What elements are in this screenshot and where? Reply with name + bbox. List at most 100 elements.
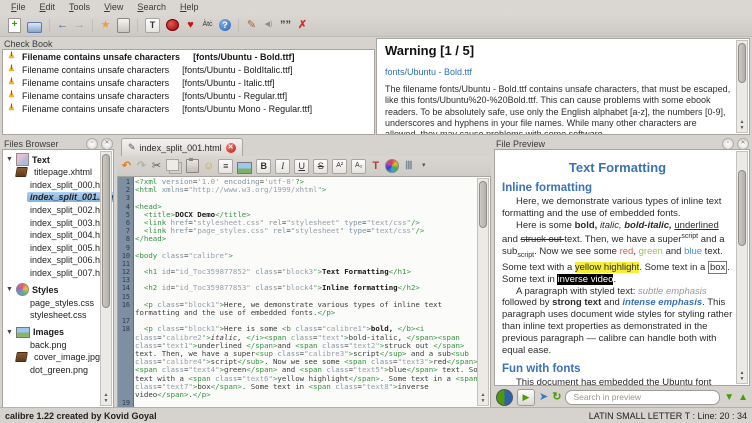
code-line: formatting and the use of embedded fonts… (118, 309, 479, 317)
find-previous-icon[interactable]: ▲ (738, 390, 748, 405)
copy-icon[interactable] (166, 159, 179, 171)
help-icon[interactable]: ? (219, 19, 231, 31)
issue-file: [fonts/Ubuntu - Bold.ttf] (193, 52, 294, 62)
preview-toolbar: ▶ ➤ ↻ ▼ ▲ (492, 386, 752, 408)
files-tree[interactable]: ▼Texttitlepage.xhtml index_split_000.html… (2, 149, 114, 408)
preview-heading: Fun with fonts (502, 363, 733, 375)
code-line: 3 (118, 194, 479, 202)
issue-row[interactable]: Filename contains unsafe characters[font… (3, 89, 374, 102)
file-item[interactable]: dot_green.png (3, 364, 113, 377)
menu-help[interactable]: Help (173, 1, 206, 13)
preview-search-input[interactable] (565, 390, 720, 405)
issue-list[interactable]: Filename contains unsafe characters[font… (2, 49, 375, 135)
file-name: titlepage.xhtml (31, 167, 95, 177)
issue-row[interactable]: Filename contains unsafe characters[font… (3, 50, 374, 63)
strikethrough-icon[interactable]: S (313, 159, 328, 174)
insert-image-icon[interactable] (237, 162, 252, 174)
file-name: dot_green.png (27, 365, 91, 375)
book-icon (15, 167, 28, 177)
format-text-icon[interactable]: ≡ (218, 159, 233, 174)
tree-category-images[interactable]: ▼Images (3, 326, 113, 339)
editor-tab[interactable]: ✎ index_split_001.html ✕ (121, 138, 243, 156)
menu-view[interactable]: View (97, 1, 130, 13)
undo-icon[interactable]: ↶ (121, 158, 132, 174)
menu-search[interactable]: Search (130, 1, 173, 13)
check-book-panel: Check Book ▫ ✕ Filename contains unsafe … (0, 37, 752, 136)
tweak-wand-icon[interactable]: ★ (100, 17, 111, 33)
menu-file[interactable]: File (4, 1, 33, 13)
find-next-icon[interactable]: ▼ (724, 390, 734, 405)
new-file-icon[interactable]: + (8, 18, 21, 33)
file-item[interactable]: index_split_003.html (3, 216, 113, 229)
dropdown-caret-icon[interactable]: ▾ (418, 158, 429, 174)
file-item[interactable]: index_split_004.html (3, 229, 113, 242)
smarten-punctuation-icon[interactable]: ”” (280, 17, 291, 33)
file-item[interactable]: index_split_006.html (3, 254, 113, 267)
file-item[interactable]: stylesheet.css (3, 309, 113, 322)
file-item[interactable]: back.png (3, 339, 113, 352)
forward-icon[interactable]: → (74, 17, 85, 33)
chevron-down-icon[interactable]: ▼ (6, 286, 13, 293)
code-line: 2<html xmlns="http://www.w3.org/1999/xht… (118, 186, 479, 194)
remove-unused-css-icon[interactable]: ✗ (297, 17, 308, 33)
warning-icon (7, 65, 17, 75)
editor-scrollbar[interactable]: ▲▼ (477, 178, 489, 406)
file-item[interactable]: page_styles.css (3, 296, 113, 309)
redo-icon[interactable]: ↷ (136, 158, 147, 174)
cut-icon[interactable]: ✂ (151, 158, 162, 174)
file-item[interactable]: cover_image.jpg (3, 351, 113, 364)
tree-category-text[interactable]: ▼Text (3, 153, 113, 166)
code-editor[interactable]: 1<?xml version='1.0' encoding='utf-8'?>2… (117, 176, 491, 408)
styles-menu-icon[interactable]: Ⅲ (403, 158, 414, 174)
issue-row[interactable]: Filename contains unsafe characters[font… (3, 76, 374, 89)
menubar: FileEditToolsViewSearchHelp (0, 0, 752, 14)
speaker-icon[interactable]: ◀) (263, 17, 274, 33)
underline-icon[interactable]: U (294, 159, 309, 174)
files-browser-panel: Files Browser ▫ ✕ ▼Texttitlepage.xhtmlin… (0, 137, 116, 408)
special-char-icon[interactable]: ☺ (203, 158, 214, 174)
file-item[interactable]: index_split_005.html (3, 242, 113, 255)
warning-heading: Warning [1 / 5] (385, 43, 731, 58)
tree-category-styles[interactable]: ▼Styles (3, 283, 113, 296)
paste-icon[interactable] (186, 159, 199, 173)
embed-fonts-icon[interactable]: T (145, 18, 160, 33)
file-item[interactable]: index_split_002.html (3, 204, 113, 217)
menu-tools[interactable]: Tools (62, 1, 97, 13)
issue-file: [fonts/Ubuntu Mono - Regular.ttf] (182, 104, 312, 114)
sync-position-icon[interactable]: ➤ (539, 390, 548, 405)
preview-scrollbar[interactable]: ▲▼ (736, 151, 748, 384)
issue-file: [fonts/Ubuntu - Regular.ttf] (182, 91, 287, 101)
check-book-icon[interactable] (166, 19, 179, 31)
issue-row[interactable]: Filename contains unsafe characters[font… (3, 63, 374, 76)
file-item[interactable]: index_split_000.html (3, 179, 113, 192)
code-line: 10<body class="calibre"> (118, 252, 479, 260)
details-scrollbar[interactable]: ▲▼ (736, 40, 748, 133)
file-item[interactable]: index_split_007.html (3, 267, 113, 280)
issue-row[interactable]: Filename contains unsafe characters[font… (3, 102, 374, 115)
files-scrollbar[interactable]: ▲▼ (100, 151, 112, 406)
warning-icon (7, 91, 17, 101)
menu-edit[interactable]: Edit (33, 1, 63, 13)
refresh-preview-icon[interactable]: ↻ (552, 390, 561, 405)
bold-icon[interactable]: B (256, 159, 271, 174)
chevron-down-icon[interactable]: ▼ (6, 329, 13, 336)
donate-heart-icon[interactable]: ♥ (185, 17, 196, 33)
beautify-icon[interactable]: ✎ (246, 17, 257, 33)
warning-file-link[interactable]: fonts/Ubuntu - Bold.ttf (385, 67, 472, 77)
device-icon[interactable] (117, 18, 130, 33)
file-item[interactable]: titlepage.xhtml (3, 166, 113, 179)
subscript-icon[interactable]: A₂ (351, 159, 366, 174)
background-color-icon[interactable] (385, 159, 399, 173)
font-color-icon[interactable]: T (370, 158, 381, 174)
run-preview-icon[interactable]: ▶ (517, 389, 535, 406)
spellcheck-icon[interactable]: Àtċ (202, 17, 213, 33)
superscript-icon[interactable]: A² (332, 159, 347, 174)
save-icon[interactable] (27, 22, 42, 33)
back-icon[interactable]: ← (57, 17, 68, 33)
file-item[interactable]: index_split_001.html (3, 191, 113, 204)
editor-pane: ✎ index_split_001.html ✕ ↶↷✂ ☺ ≡ BIUS A² A₂ T Ⅲ… (117, 137, 491, 408)
chevron-down-icon[interactable]: ▼ (6, 156, 13, 163)
close-tab-icon[interactable]: ✕ (226, 143, 236, 153)
live-preview-toggle-icon[interactable] (496, 389, 513, 406)
italic-icon[interactable]: I (275, 159, 290, 174)
